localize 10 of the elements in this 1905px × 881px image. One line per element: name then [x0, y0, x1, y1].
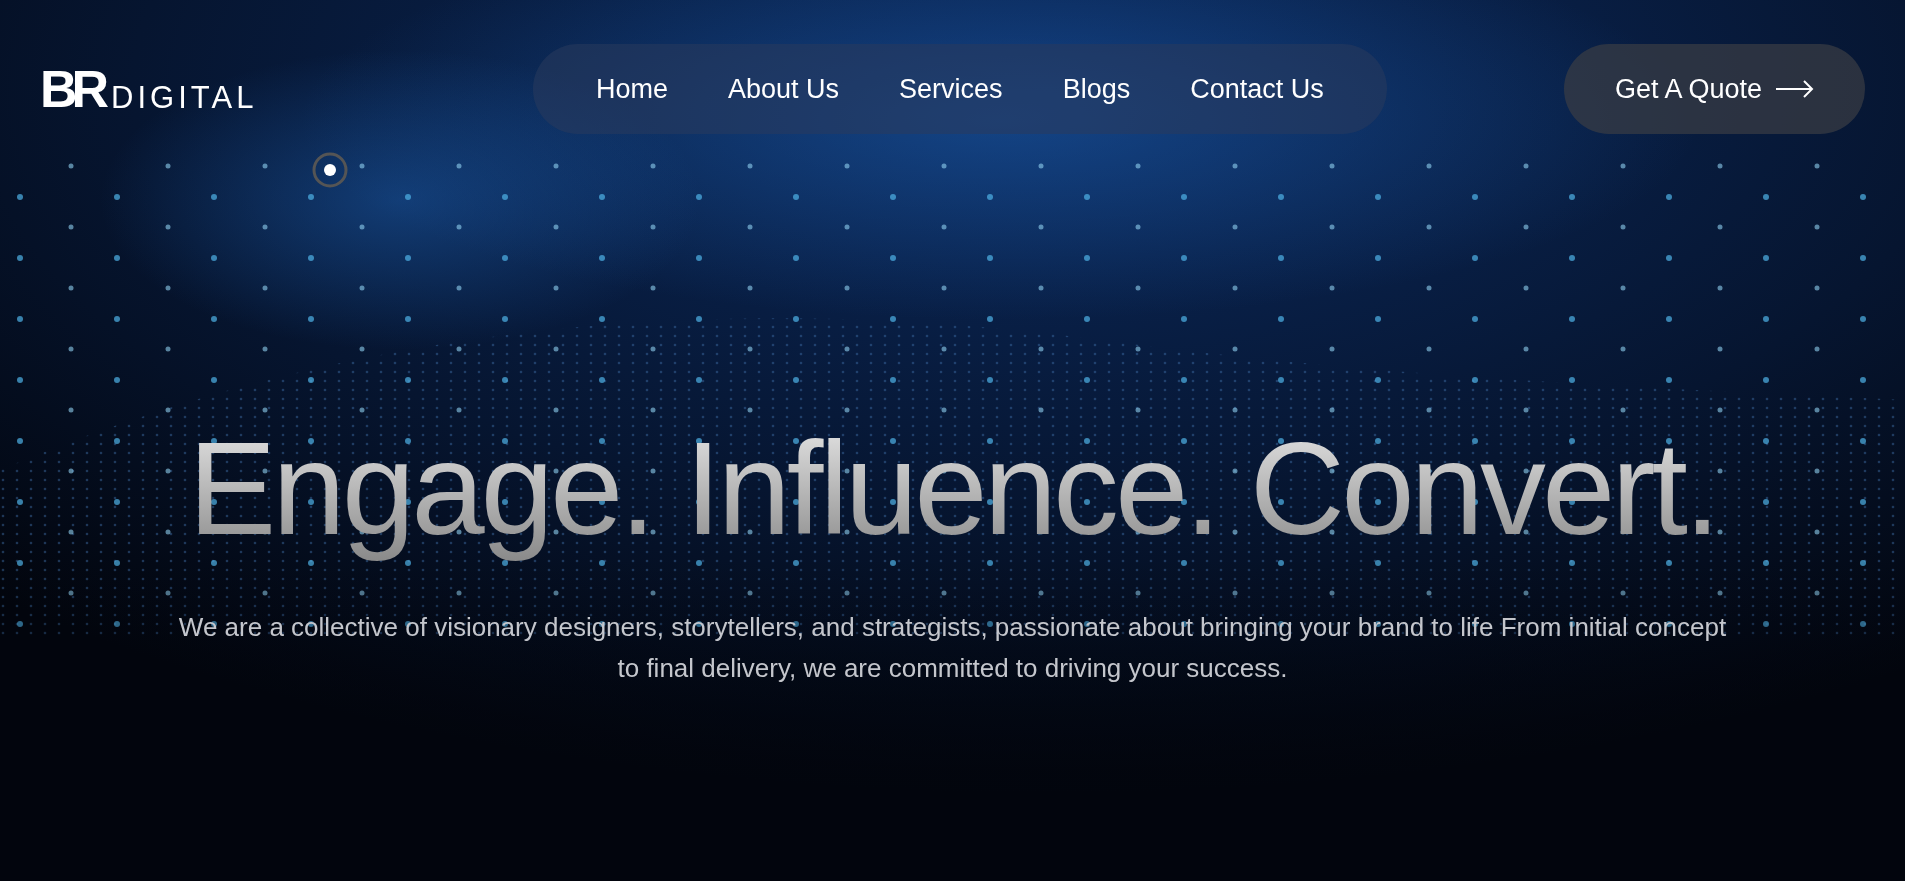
nav-link[interactable]: Home [596, 68, 669, 110]
nav-link[interactable]: Contact Us [1190, 68, 1324, 110]
nav-link[interactable]: Services [899, 68, 1003, 110]
nav-link[interactable]: About Us [728, 68, 840, 110]
quote-button[interactable]: Get A Quote [1563, 44, 1865, 134]
nav-link[interactable]: Blogs [1062, 68, 1131, 110]
cursor-icon [312, 152, 348, 188]
arrow-right-icon [1776, 80, 1814, 98]
hero-description: We are a collective of visionary designers, storytellers, and strategists, passionate about bringing your brand to life From initial concept to final delivery, we are committed to driving your success. [177, 611, 1728, 686]
logo[interactable]: BR DIGITAL [40, 63, 533, 115]
